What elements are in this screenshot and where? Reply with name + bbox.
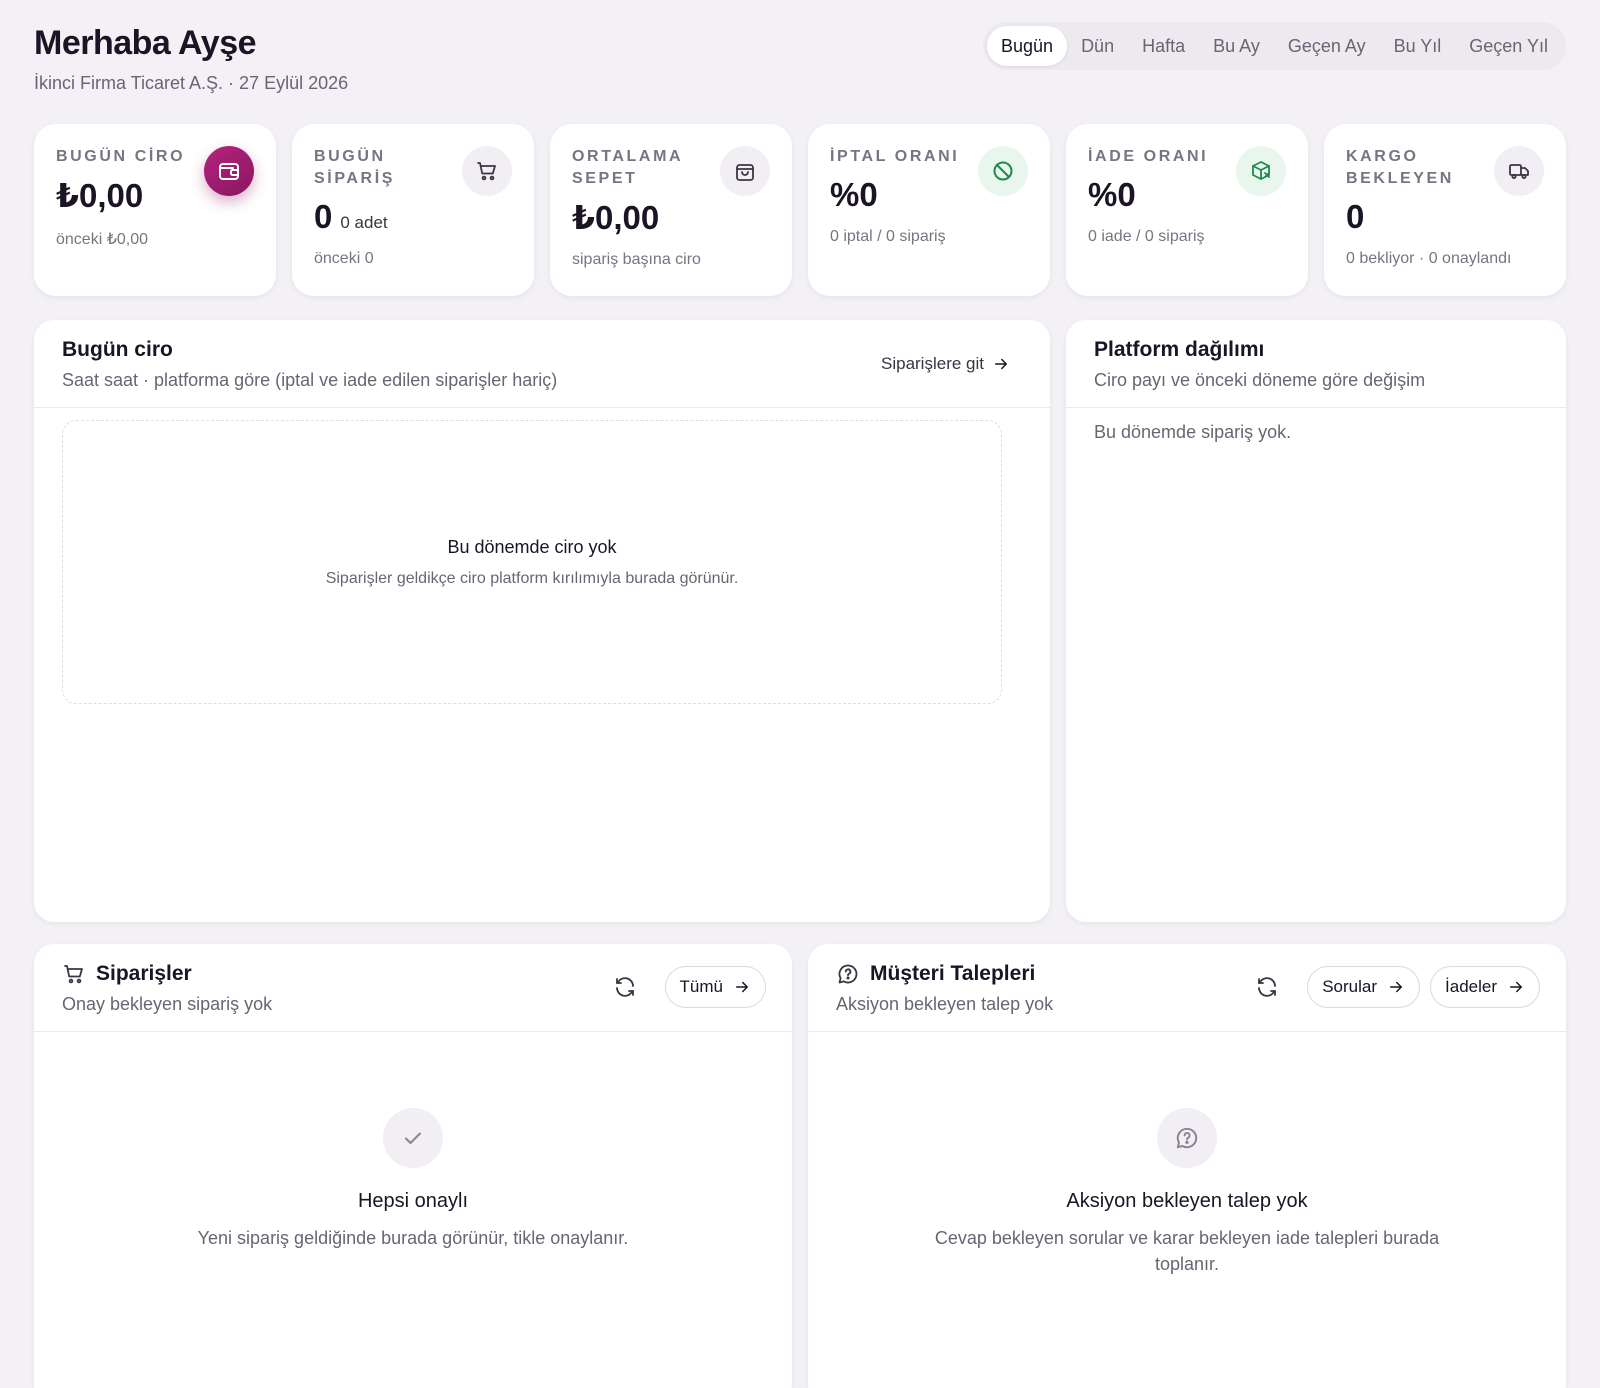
company-date-line: İkinci Firma Ticaret A.Ş. · 27 Eylül 202… — [34, 73, 349, 93]
kpi-foot: önceki ₺0,00 — [56, 231, 149, 248]
kpi-label: ORTALAMA SEPET — [572, 148, 683, 187]
kpi-value-text: ₺0,00 — [572, 199, 660, 236]
kpi-foot: 0 iptal / 0 sipariş — [830, 228, 946, 245]
platform-panel-subtitle: Ciro payı ve önceki döneme göre değişim — [1094, 370, 1426, 390]
revenue-empty-state: Bu dönemde ciro yok Siparişler geldikçe … — [62, 420, 1002, 704]
bag-icon — [720, 146, 770, 196]
kpi-card-revenue: BUGÜN CİRO ₺0,00 önceki ₺0,00 — [34, 124, 276, 296]
kpi-value: 0 0 adet — [314, 198, 512, 236]
kpi-card-shipping-pending: KARGO BEKLEYEN 0 0 bekliyor · 0 onayland… — [1324, 124, 1566, 296]
refresh-icon — [1258, 977, 1277, 997]
arrow-right-icon — [1510, 981, 1522, 993]
revenue-panel: Bugün ciro Saat saat · platforma göre (i… — [34, 320, 1050, 922]
check-icon — [383, 1108, 443, 1168]
arrow-right-icon — [995, 358, 1007, 370]
period-selector: Bugün Dün Hafta Bu Ay Geçen Ay Bu Yıl Ge… — [983, 22, 1566, 70]
revenue-panel-title: Bugün ciro — [62, 338, 173, 361]
orders-empty-title: Hepsi onaylı — [357, 1190, 469, 1212]
orders-panel-header: Siparişler Onay bekleyen sipariş yok Tüm… — [34, 944, 792, 1032]
refresh-requests-button[interactable] — [1247, 967, 1287, 1007]
requests-empty-subtitle: Cevap bekleyen sorular ve karar bekleyen… — [934, 1228, 1440, 1274]
kpi-card-return-rate: İADE ORANI %0 0 iade / 0 sipariş — [1066, 124, 1308, 296]
question-chat-icon — [1157, 1108, 1217, 1168]
kpi-value: 0 — [1346, 198, 1544, 236]
kpi-value-text: 0 — [1346, 198, 1365, 235]
questions-label: Sorular — [1322, 977, 1378, 996]
orders-empty-state: Hepsi onaylı Yeni sipariş geldiğinde bur… — [34, 1108, 792, 1251]
wallet-icon — [204, 146, 254, 196]
requests-empty-state: Aksiyon bekleyen talep yok Cevap bekleye… — [808, 1108, 1566, 1277]
kpi-foot: 0 iade / 0 sipariş — [1088, 228, 1205, 245]
arrow-right-icon — [736, 981, 748, 993]
returns-button[interactable]: İadeler — [1430, 966, 1540, 1008]
arrow-right-icon — [1390, 981, 1403, 993]
returns-label: İadeler — [1445, 977, 1497, 996]
go-to-orders-label: Siparişlere git — [881, 354, 984, 373]
revenue-panel-subtitle: Saat saat · platforma göre (iptal ve iad… — [62, 370, 558, 390]
platform-panel: Platform dağılımı Ciro payı ve önceki dö… — [1066, 320, 1566, 922]
kpi-label: İADE ORANI — [1088, 148, 1209, 165]
period-last-year[interactable]: Geçen Yıl — [1455, 26, 1562, 66]
kpi-card-orders: BUGÜN SİPARİŞ 0 0 adet önceki 0 — [292, 124, 534, 296]
period-week[interactable]: Hafta — [1128, 26, 1199, 66]
cart-icon — [64, 965, 83, 984]
requests-panel-header: Müşteri Talepleri Aksiyon bekleyen talep… — [808, 944, 1566, 1032]
kpi-foot: sipariş başına ciro — [572, 251, 701, 268]
refresh-icon — [615, 977, 634, 997]
orders-title-text: Siparişler — [96, 962, 192, 985]
kpi-foot: 0 bekliyor · 0 onaylandı — [1346, 250, 1512, 267]
kpi-value-text: 0 — [314, 198, 333, 235]
platform-panel-header: Platform dağılımı Ciro payı ve önceki dö… — [1066, 320, 1566, 408]
question-chat-icon — [838, 964, 858, 984]
kpi-label: İPTAL ORANI — [830, 148, 960, 165]
all-orders-button[interactable]: Tümü — [664, 966, 766, 1008]
period-yesterday[interactable]: Dün — [1067, 26, 1128, 66]
all-orders-label: Tümü — [679, 977, 723, 996]
go-to-orders-link[interactable]: Siparişlere git — [881, 354, 1010, 374]
page-title: Merhaba Ayşe — [34, 24, 257, 62]
period-this-year[interactable]: Bu Yıl — [1380, 26, 1456, 66]
page-header: Merhaba Ayşe İkinci Firma Ticaret A.Ş. ·… — [34, 24, 348, 94]
empty-subtitle: Siparişler geldikçe ciro platform kırılı… — [325, 569, 739, 587]
empty-title: Bu dönemde ciro yok — [447, 536, 617, 557]
revenue-panel-header: Bugün ciro Saat saat · platforma göre (i… — [34, 320, 1050, 408]
kpi-value-text: %0 — [830, 176, 878, 213]
period-today[interactable]: Bugün — [987, 26, 1068, 66]
orders-empty-subtitle: Yeni sipariş geldiğinde burada görünür, … — [197, 1228, 629, 1248]
kpi-row: BUGÜN CİRO ₺0,00 önceki ₺0,00 BUGÜN SİPA… — [34, 124, 1566, 296]
kpi-value-text: ₺0,00 — [56, 177, 144, 214]
kpi-unit: 0 adet — [340, 213, 388, 232]
orders-actions: Tümü — [605, 966, 766, 1008]
requests-empty-title: Aksiyon bekleyen talep yok — [1066, 1190, 1308, 1212]
kpi-label: BUGÜN CİRO — [56, 148, 186, 165]
kpi-value-text: %0 — [1088, 176, 1136, 213]
customer-requests-panel: Müşteri Talepleri Aksiyon bekleyen talep… — [808, 944, 1566, 1388]
platform-panel-title: Platform dağılımı — [1094, 338, 1265, 361]
requests-actions: Sorular İadeler — [1247, 966, 1540, 1008]
refresh-orders-button[interactable] — [605, 967, 645, 1007]
cancel-icon — [978, 146, 1028, 196]
platform-empty-text: Bu dönemde sipariş yok. — [1094, 422, 1292, 442]
kpi-label: KARGO BEKLEYEN — [1346, 148, 1454, 187]
kpi-card-cancel-rate: İPTAL ORANI %0 0 iptal / 0 sipariş — [808, 124, 1050, 296]
kpi-card-avg-basket: ORTALAMA SEPET ₺0,00 sipariş başına ciro — [550, 124, 792, 296]
orders-panel: Siparişler Onay bekleyen sipariş yok Tüm… — [34, 944, 792, 1388]
requests-title-text: Müşteri Talepleri — [870, 962, 1036, 985]
kpi-label: BUGÜN SİPARİŞ — [314, 148, 396, 187]
period-this-month[interactable]: Bu Ay — [1199, 26, 1274, 66]
package-return-icon — [1236, 146, 1286, 196]
period-last-month[interactable]: Geçen Ay — [1274, 26, 1380, 66]
truck-icon — [1494, 146, 1544, 196]
kpi-value: ₺0,00 — [572, 198, 770, 237]
questions-button[interactable]: Sorular — [1307, 966, 1421, 1008]
kpi-foot: önceki 0 — [314, 250, 374, 267]
cart-icon — [462, 146, 512, 196]
